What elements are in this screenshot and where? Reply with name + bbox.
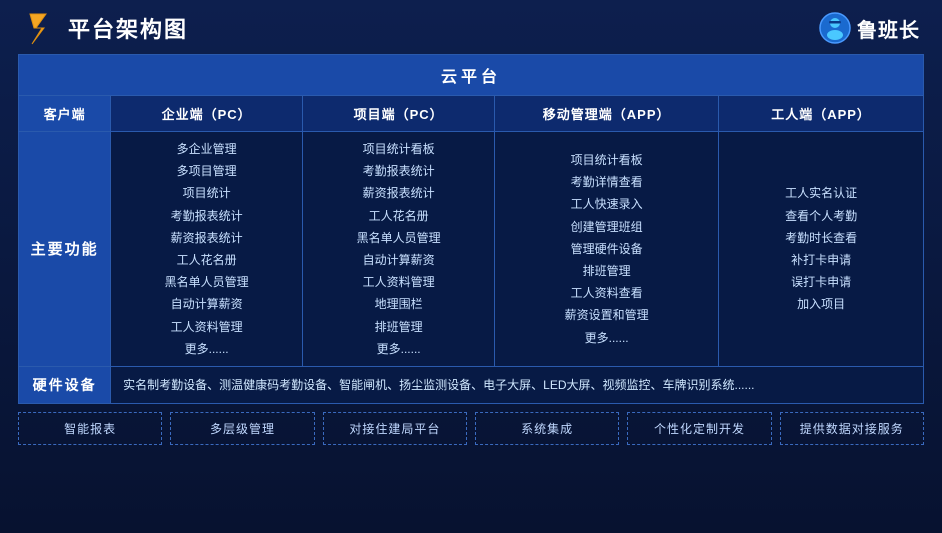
list-item: 工人花名册 (119, 249, 294, 271)
architecture-table: 云平台 客户端 企业端（PC） 项目端（PC） 移动管理端（APP） 工人端（A… (18, 54, 924, 404)
list-item: 项目统计看板 (311, 138, 486, 160)
cloud-row: 云平台 (19, 55, 924, 96)
column-header-row: 客户端 企业端（PC） 项目端（PC） 移动管理端（APP） 工人端（APP） (19, 96, 924, 132)
list-item: 更多...... (503, 327, 710, 349)
header-left: 平台架构图 (22, 10, 188, 46)
col-client: 客户端 (19, 96, 111, 132)
hardware-label: 硬件设备 (19, 366, 111, 403)
cloud-label: 云平台 (19, 55, 924, 96)
worker-feature-list: 工人实名认证 查看个人考勤 考勤时长查看 补打卡申请 误打卡申请 加入项目 (727, 182, 915, 315)
project-features-cell: 项目统计看板 考勤报表统计 薪资报表统计 工人花名册 黑名单人员管理 自动计算薪… (303, 132, 495, 367)
enterprise-feature-list: 多企业管理 多项目管理 项目统计 考勤报表统计 薪资报表统计 工人花名册 黑名单… (119, 138, 294, 360)
main-function-label: 主要功能 (19, 132, 111, 367)
main-function-row: 主要功能 多企业管理 多项目管理 项目统计 考勤报表统计 薪资报表统计 工人花名… (19, 132, 924, 367)
list-item: 项目统计 (119, 182, 294, 204)
brand-icon (819, 12, 851, 44)
list-item: 黑名单人员管理 (311, 227, 486, 249)
list-item: 自动计算薪资 (311, 249, 486, 271)
list-item: 项目统计看板 (503, 149, 710, 171)
page-title: 平台架构图 (68, 12, 188, 44)
list-item: 薪资设置和管理 (503, 304, 710, 326)
col-project: 项目端（PC） (303, 96, 495, 132)
bottom-item-1: 智能报表 (18, 412, 162, 445)
list-item: 考勤报表统计 (311, 160, 486, 182)
list-item: 更多...... (311, 338, 486, 360)
hardware-content: 实名制考勤设备、测温健康码考勤设备、智能闸机、扬尘监测设备、电子大屏、LED大屏… (111, 366, 924, 403)
list-item: 工人资料查看 (503, 282, 710, 304)
list-item: 更多...... (119, 338, 294, 360)
list-item: 排班管理 (503, 260, 710, 282)
list-item: 工人快速录入 (503, 193, 710, 215)
list-item: 补打卡申请 (727, 249, 915, 271)
list-item: 误打卡申请 (727, 271, 915, 293)
list-item: 自动计算薪资 (119, 293, 294, 315)
list-item: 薪资报表统计 (311, 182, 486, 204)
bottom-item-5: 个性化定制开发 (627, 412, 771, 445)
list-item: 查看个人考勤 (727, 205, 915, 227)
list-item: 工人资料管理 (311, 271, 486, 293)
enterprise-features-cell: 多企业管理 多项目管理 项目统计 考勤报表统计 薪资报表统计 工人花名册 黑名单… (111, 132, 303, 367)
col-mobile: 移动管理端（APP） (495, 96, 719, 132)
list-item: 加入项目 (727, 293, 915, 315)
list-item: 薪资报表统计 (119, 227, 294, 249)
bottom-item-2: 多层级管理 (170, 412, 314, 445)
hardware-row: 硬件设备 实名制考勤设备、测温健康码考勤设备、智能闸机、扬尘监测设备、电子大屏、… (19, 366, 924, 403)
list-item: 创建管理班组 (503, 216, 710, 238)
bottom-item-6: 提供数据对接服务 (780, 412, 924, 445)
list-item: 多项目管理 (119, 160, 294, 182)
list-item: 排班管理 (311, 316, 486, 338)
header: 平台架构图 鲁班长 (18, 10, 924, 46)
list-item: 考勤详情查看 (503, 171, 710, 193)
mobile-feature-list: 项目统计看板 考勤详情查看 工人快速录入 创建管理班组 管理硬件设备 排班管理 … (503, 149, 710, 349)
page-wrapper: 平台架构图 鲁班长 云平台 客户端 企业端（PC） 项目端（PC） 移动管理端（… (0, 0, 942, 533)
list-item: 工人实名认证 (727, 182, 915, 204)
list-item: 考勤时长查看 (727, 227, 915, 249)
bottom-item-4: 系统集成 (475, 412, 619, 445)
mobile-features-cell: 项目统计看板 考勤详情查看 工人快速录入 创建管理班组 管理硬件设备 排班管理 … (495, 132, 719, 367)
logo-icon (22, 10, 58, 46)
bottom-item-3: 对接住建局平台 (323, 412, 467, 445)
worker-features-cell: 工人实名认证 查看个人考勤 考勤时长查看 补打卡申请 误打卡申请 加入项目 (719, 132, 924, 367)
list-item: 工人花名册 (311, 205, 486, 227)
brand-name: 鲁班长 (857, 14, 920, 43)
list-item: 工人资料管理 (119, 316, 294, 338)
col-worker: 工人端（APP） (719, 96, 924, 132)
list-item: 多企业管理 (119, 138, 294, 160)
project-feature-list: 项目统计看板 考勤报表统计 薪资报表统计 工人花名册 黑名单人员管理 自动计算薪… (311, 138, 486, 360)
list-item: 管理硬件设备 (503, 238, 710, 260)
list-item: 考勤报表统计 (119, 205, 294, 227)
bottom-row: 智能报表 多层级管理 对接住建局平台 系统集成 个性化定制开发 提供数据对接服务 (18, 412, 924, 445)
col-enterprise: 企业端（PC） (111, 96, 303, 132)
brand-logo: 鲁班长 (819, 12, 920, 44)
list-item: 黑名单人员管理 (119, 271, 294, 293)
list-item: 地理围栏 (311, 293, 486, 315)
